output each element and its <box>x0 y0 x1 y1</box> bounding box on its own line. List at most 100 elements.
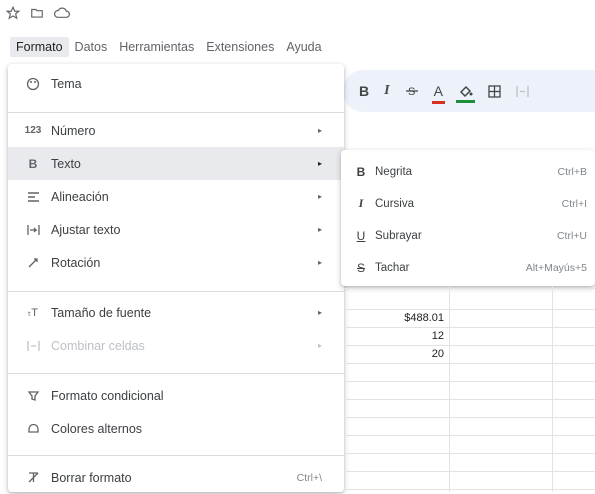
menu-extensiones[interactable]: Extensiones <box>200 37 280 57</box>
submenu-item-tachar[interactable]: S Tachar Alt+Mayús+5 <box>341 252 595 283</box>
menu-formato[interactable]: Formato <box>10 37 69 57</box>
row-divider <box>344 471 595 472</box>
merge-cells-icon <box>25 338 41 354</box>
menu-item-label: Número <box>51 123 96 138</box>
menu-item-label: Combinar celdas <box>51 338 145 353</box>
submenu-arrow-icon: ▸ <box>317 126 322 135</box>
menu-ayuda[interactable]: Ayuda <box>280 37 327 57</box>
cell-value[interactable]: 12 <box>344 330 444 342</box>
font-size-icon: ₜT <box>28 307 38 319</box>
menu-item-tema[interactable]: Tema <box>8 67 344 100</box>
submenu-arrow-icon: ▸ <box>317 225 322 234</box>
cloud-icon[interactable] <box>54 6 70 20</box>
row-divider <box>344 288 595 289</box>
menu-item-label: Rotación <box>51 255 101 270</box>
strikethrough-button[interactable]: S <box>405 84 419 98</box>
menu-item-label: Texto <box>51 156 81 171</box>
menu-item-rotacion[interactable]: Rotación ▸ <box>8 246 344 279</box>
row-divider <box>344 363 595 364</box>
menu-item-label: Colores alternos <box>51 421 143 436</box>
menu-herramientas[interactable]: Herramientas <box>113 37 200 57</box>
menu-item-borrar-formato[interactable]: Borrar formato Ctrl+\ <box>8 461 344 494</box>
merge-icon <box>516 85 529 97</box>
strike-glyph: S <box>408 86 415 98</box>
submenu-item-cursiva[interactable]: I Cursiva Ctrl+I <box>341 188 595 219</box>
formatting-toolbar: B I S A <box>343 70 595 112</box>
row-divider <box>344 309 595 310</box>
merge-cells-button[interactable] <box>516 85 529 98</box>
folder-icon[interactable] <box>30 6 44 20</box>
menu-item-label: Tema <box>51 76 82 91</box>
row-divider <box>344 417 595 418</box>
submenu-item-label: Subrayar <box>375 229 422 242</box>
row-divider <box>344 345 595 346</box>
submenu-item-label: Cursiva <box>375 197 414 210</box>
menu-datos[interactable]: Datos <box>69 37 114 57</box>
star-icon[interactable] <box>5 5 21 20</box>
submenu-arrow-icon: ▸ <box>317 258 322 267</box>
row-divider <box>344 381 595 382</box>
format-menu: Tema 123 Número ▸ B Texto ▸ Alineación ▸… <box>8 64 344 492</box>
menu-item-formato-condicional[interactable]: Formato condicional <box>8 379 344 412</box>
menu-item-colores-alternos[interactable]: Colores alternos <box>8 412 344 445</box>
menu-item-label: Ajustar texto <box>51 222 121 237</box>
menu-item-texto[interactable]: B Texto ▸ <box>8 147 344 180</box>
fill-color-button[interactable] <box>455 84 475 103</box>
menu-item-label: Tamaño de fuente <box>51 305 152 320</box>
shortcut-label: Ctrl+\ <box>296 471 322 484</box>
borders-button[interactable] <box>488 84 501 98</box>
menu-divider <box>8 373 344 374</box>
row-divider <box>344 327 595 328</box>
menu-divider <box>8 112 344 113</box>
title-icons <box>5 5 70 20</box>
column-divider <box>552 286 553 492</box>
menu-item-numero[interactable]: 123 Número ▸ <box>8 114 344 147</box>
submenu-item-label: Negrita <box>375 165 413 178</box>
submenu-item-negrita[interactable]: B Negrita Ctrl+B <box>341 156 595 187</box>
row-divider <box>344 453 595 454</box>
borders-icon <box>488 84 501 98</box>
cell-value[interactable]: $488.01 <box>344 312 444 324</box>
sheet-grid[interactable]: $488.01 12 20 <box>344 286 595 492</box>
rotate-text-icon <box>25 255 41 271</box>
strikethrough-icon: S <box>405 86 418 98</box>
menu-bar: Formato Datos Herramientas Extensiones A… <box>10 37 328 57</box>
shortcut-label: Ctrl+I <box>561 197 587 210</box>
menu-item-alineacion[interactable]: Alineación ▸ <box>8 180 344 213</box>
text-submenu: B Negrita Ctrl+B I Cursiva Ctrl+I U Subr… <box>341 150 595 286</box>
row-divider <box>344 399 595 400</box>
submenu-arrow-icon: ▸ <box>317 192 322 201</box>
text-color-bar <box>431 101 445 104</box>
menu-item-label: Alineación <box>51 189 109 204</box>
submenu-arrow-icon: ▸ <box>317 308 322 317</box>
menu-item-combinar-celdas: Combinar celdas ▸ <box>8 329 344 362</box>
shortcut-label: Alt+Mayús+5 <box>525 261 587 274</box>
menu-item-tamano-fuente[interactable]: ₜT Tamaño de fuente ▸ <box>8 296 344 329</box>
wrap-text-icon <box>25 222 41 238</box>
menu-divider <box>8 455 344 456</box>
fill-color-bar <box>455 100 475 103</box>
bold-button[interactable]: B <box>359 83 369 99</box>
alternating-colors-icon <box>25 421 41 437</box>
bold-icon: B <box>356 164 366 179</box>
fill-bucket-icon <box>459 85 473 98</box>
italic-button[interactable]: I <box>384 83 389 99</box>
bold-icon: B <box>28 156 38 171</box>
shortcut-label: Ctrl+B <box>557 165 587 178</box>
italic-icon: I <box>358 196 364 210</box>
text-color-button[interactable]: A <box>431 83 445 104</box>
row-divider <box>344 435 595 436</box>
submenu-arrow-icon: ▸ <box>317 159 322 168</box>
shortcut-label: Ctrl+U <box>556 229 587 242</box>
number-format-icon: 123 <box>24 125 42 136</box>
strikethrough-icon: S <box>356 260 365 275</box>
cell-value[interactable]: 20 <box>344 348 444 360</box>
align-icon <box>25 189 41 205</box>
clear-format-icon <box>25 470 41 486</box>
underline-icon: U <box>356 228 366 243</box>
submenu-item-subrayar[interactable]: U Subrayar Ctrl+U <box>341 220 595 251</box>
row-divider <box>344 489 595 490</box>
menu-divider <box>8 291 344 292</box>
menu-item-label: Borrar formato <box>51 470 132 485</box>
menu-item-ajustar-texto[interactable]: Ajustar texto ▸ <box>8 213 344 246</box>
